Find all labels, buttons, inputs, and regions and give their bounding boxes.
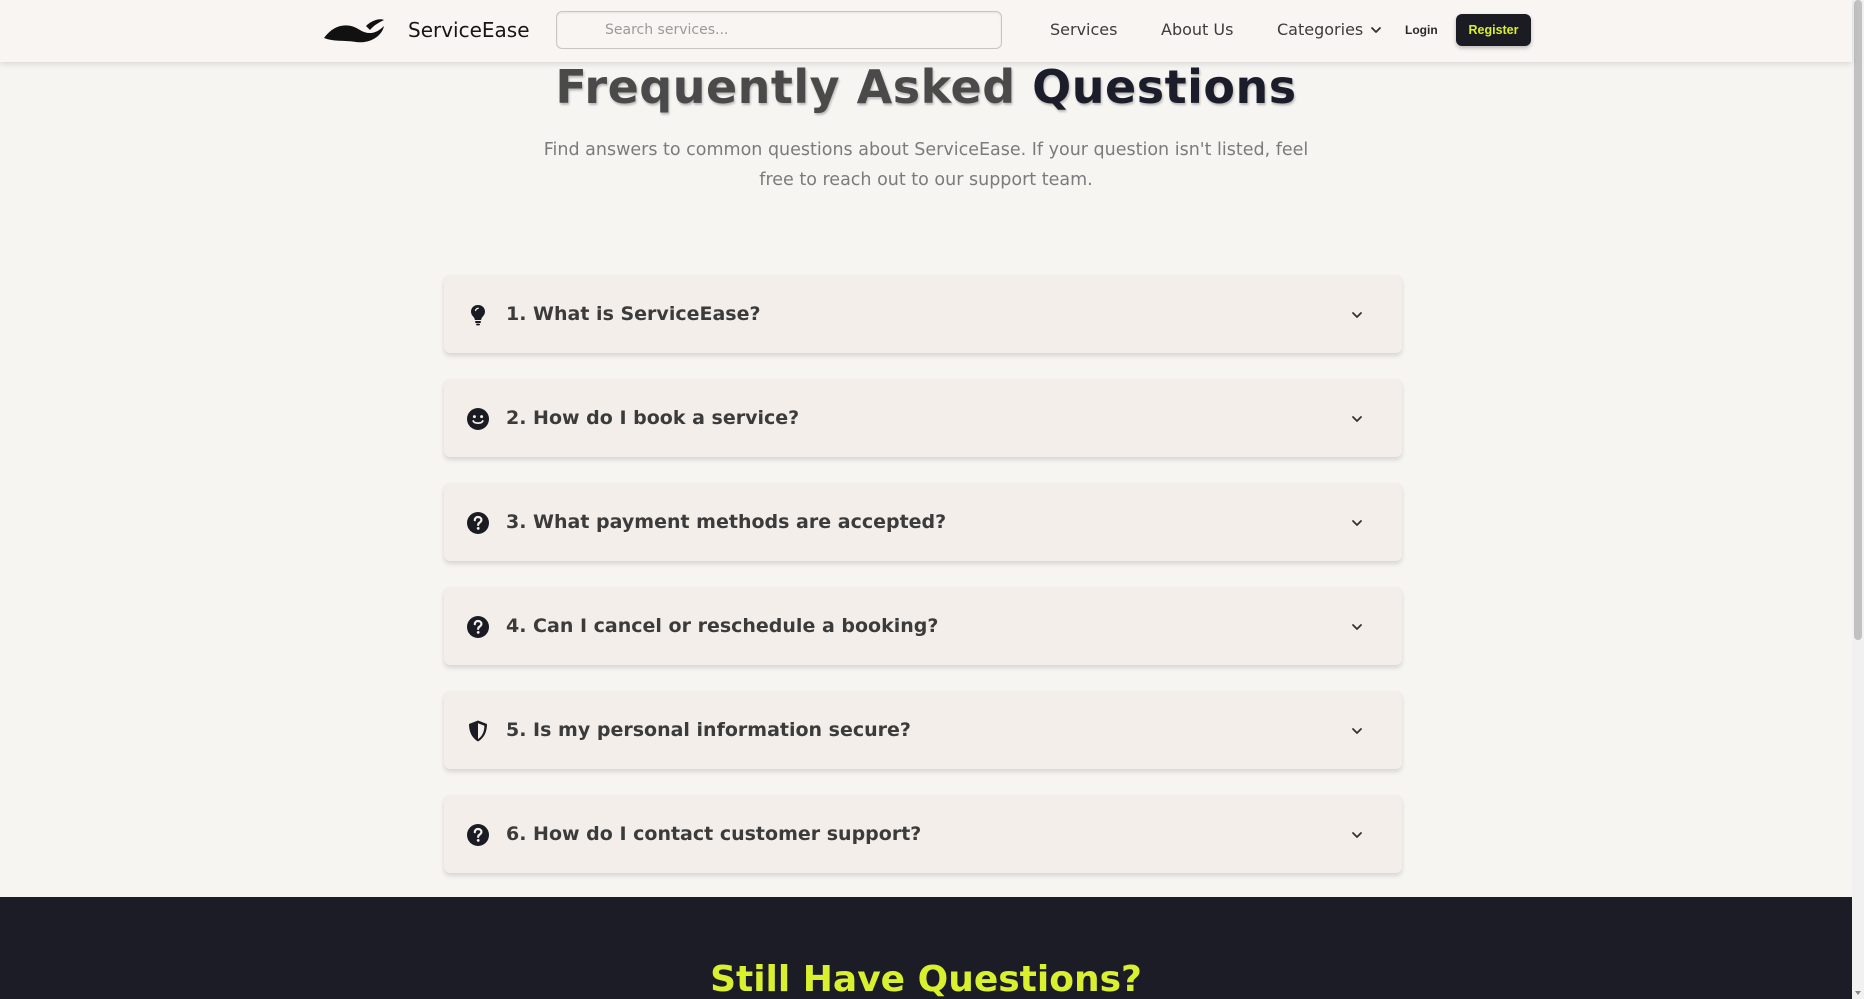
chevron-down-icon[interactable] — [1350, 308, 1364, 322]
question-circle-icon — [466, 511, 490, 535]
nav-about-link[interactable]: About Us — [1161, 18, 1233, 42]
page-scrollbar[interactable] — [1852, 0, 1864, 999]
search-box[interactable] — [556, 11, 1002, 49]
shield-icon — [466, 719, 490, 743]
chevron-down-icon[interactable] — [1350, 620, 1364, 634]
faq-item-3[interactable]: 3. What payment methods are accepted? — [444, 483, 1402, 561]
page-title-part2: Questions — [1032, 60, 1297, 114]
nav-categories-dropdown[interactable]: Categories — [1277, 18, 1383, 42]
faq-item-4[interactable]: 4. Can I cancel or reschedule a booking? — [444, 587, 1402, 665]
faq-question: 3. What payment methods are accepted? — [506, 511, 947, 533]
faq-item-5[interactable]: 5. Is my personal information secure? — [444, 691, 1402, 769]
question-circle-icon — [466, 615, 490, 639]
faq-question: 1. What is ServiceEase? — [506, 303, 761, 325]
faq-question: 2. How do I book a service? — [506, 407, 800, 429]
chevron-down-icon[interactable] — [1350, 724, 1364, 738]
lightbulb-icon — [466, 303, 490, 327]
still-have-questions-section: Still Have Questions? — [0, 897, 1852, 999]
chevron-down-icon[interactable] — [1350, 828, 1364, 842]
page-title-part1: Frequently Asked — [555, 60, 1033, 114]
page-subtitle: Find answers to common questions about S… — [543, 140, 1309, 190]
nav-categories-label: Categories — [1277, 20, 1364, 39]
question-circle-icon — [466, 823, 490, 847]
top-navbar: ServiceEase Services About Us Categories… — [0, 0, 1852, 62]
register-button[interactable]: Register — [1456, 14, 1531, 46]
nav-services-link[interactable]: Services — [1050, 18, 1117, 42]
faq-question: 5. Is my personal information secure? — [506, 719, 911, 741]
chevron-down-icon[interactable] — [1350, 412, 1364, 426]
scroll-down-arrow-icon[interactable] — [1854, 989, 1862, 997]
faq-question: 4. Can I cancel or reschedule a booking? — [506, 615, 939, 637]
cta-title: Still Have Questions? — [710, 959, 1142, 999]
faq-question: 6. How do I contact customer support? — [506, 823, 922, 845]
faq-item-2[interactable]: 2. How do I book a service? — [444, 379, 1402, 457]
chevron-down-icon — [1371, 27, 1382, 33]
faq-item-1[interactable]: 1. What is ServiceEase? — [444, 275, 1402, 353]
chevron-down-icon[interactable] — [1350, 516, 1364, 530]
page-title: Frequently Asked Questions — [0, 56, 1852, 118]
login-link[interactable]: Login — [1405, 21, 1438, 39]
faq-page: ServiceEase Services About Us Categories… — [0, 0, 1864, 999]
faq-item-6[interactable]: 6. How do I contact customer support? — [444, 795, 1402, 873]
search-input[interactable] — [605, 22, 1001, 38]
brand-logo-icon[interactable] — [322, 16, 386, 44]
brand-name[interactable]: ServiceEase — [408, 16, 530, 44]
scrollbar-thumb[interactable] — [1854, 0, 1862, 640]
smile-icon — [466, 407, 490, 431]
